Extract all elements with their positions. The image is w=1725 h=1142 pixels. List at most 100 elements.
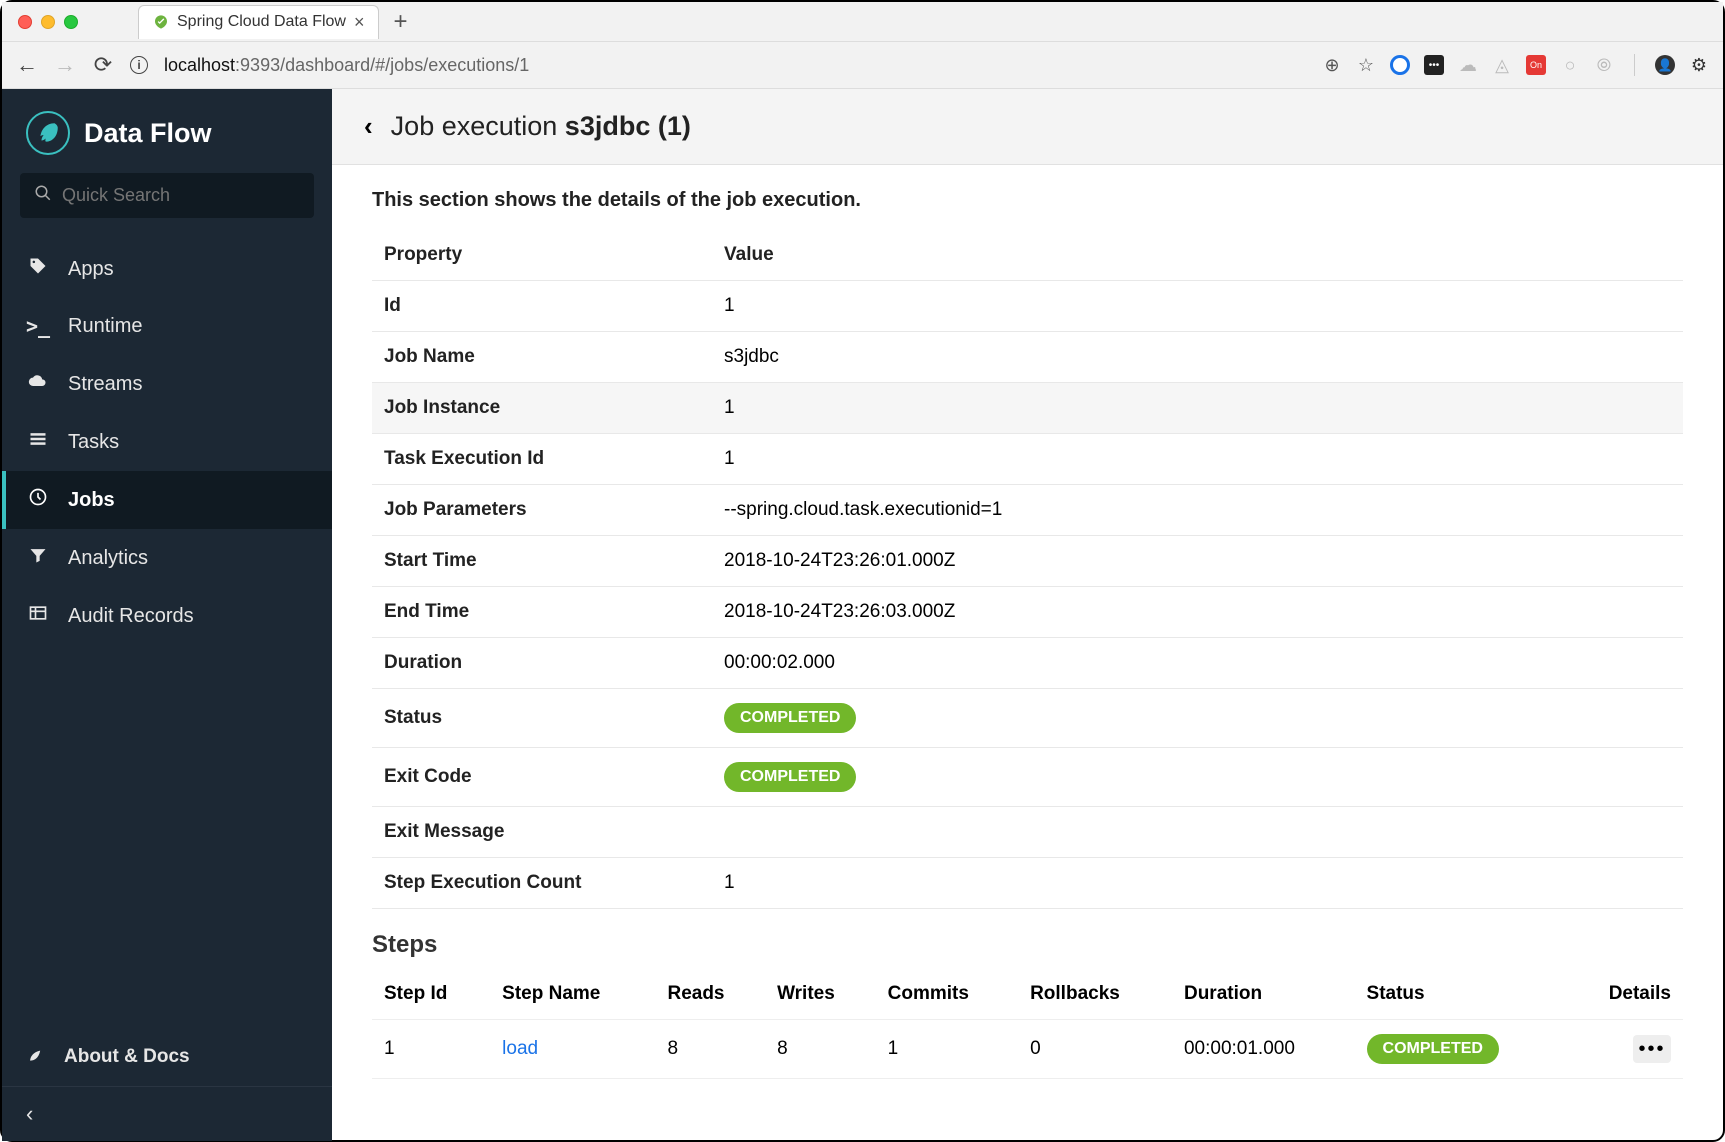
page-title-prefix: Job execution	[391, 111, 565, 141]
property-name: Status	[372, 689, 712, 748]
nav-back-button[interactable]: ←	[16, 52, 38, 78]
steps-header: Step Name	[490, 969, 655, 1020]
status-badge: COMPLETED	[1367, 1034, 1499, 1064]
steps-heading: Steps	[372, 931, 1683, 959]
sidebar-item-label: Analytics	[68, 547, 148, 570]
extension-triangle-icon[interactable]: ◬	[1492, 55, 1512, 75]
property-value: COMPLETED	[712, 748, 1683, 807]
sidebar: Data Flow Apps >_Runtime Streams Tasks Jobs A…	[2, 89, 332, 1141]
extension-blue-ring-icon[interactable]	[1390, 55, 1410, 75]
step-details-button[interactable]: •••	[1633, 1035, 1671, 1063]
bookmark-star-icon[interactable]: ☆	[1356, 55, 1376, 75]
sidebar-item-jobs[interactable]: Jobs	[2, 471, 332, 529]
table-row: Step Execution Count1	[372, 858, 1683, 909]
profile-avatar-icon[interactable]: 👤	[1655, 55, 1675, 75]
extension-cast-icon[interactable]: ⦾	[1594, 55, 1614, 75]
sidebar-item-runtime[interactable]: >_Runtime	[2, 298, 332, 355]
maximize-window-button[interactable]	[64, 15, 78, 29]
new-tab-button[interactable]: +	[379, 8, 421, 36]
search-input[interactable]	[62, 185, 300, 206]
steps-table: Step IdStep NameReadsWritesCommitsRollba…	[372, 969, 1683, 1079]
page-title-strong: s3jdbc (1)	[565, 111, 691, 141]
sidebar-item-label: Jobs	[68, 489, 115, 512]
steps-header: Details	[1566, 969, 1683, 1020]
cloud-icon	[26, 371, 50, 397]
steps-header: Step Id	[372, 969, 490, 1020]
property-name: Task Execution Id	[372, 434, 712, 485]
nav-reload-button[interactable]: ⟳	[92, 52, 114, 78]
step-rollbacks: 0	[1018, 1020, 1172, 1079]
list-icon	[26, 429, 50, 455]
table-row: Exit CodeCOMPLETED	[372, 748, 1683, 807]
sidebar-bottom: About & Docs ‹	[2, 1020, 332, 1141]
sidebar-item-analytics[interactable]: Analytics	[2, 529, 332, 587]
tag-icon	[26, 256, 50, 282]
property-name: Step Execution Count	[372, 858, 712, 909]
tab-title: Spring Cloud Data Flow	[177, 13, 346, 31]
property-name: Job Name	[372, 332, 712, 383]
sidebar-item-label: Runtime	[68, 315, 142, 338]
property-value: --spring.cloud.task.executionid=1	[712, 485, 1683, 536]
content: This section shows the details of the jo…	[332, 165, 1723, 1103]
filter-icon	[26, 545, 50, 571]
section-description: This section shows the details of the jo…	[372, 189, 1683, 212]
minimize-window-button[interactable]	[41, 15, 55, 29]
browser-menu-icon[interactable]: ⚙	[1689, 55, 1709, 75]
steps-header: Duration	[1172, 969, 1355, 1020]
sidebar-about-label: About & Docs	[64, 1046, 190, 1068]
steps-header: Rollbacks	[1018, 969, 1172, 1020]
step-status: COMPLETED	[1355, 1020, 1567, 1079]
extension-dark-icon[interactable]: •••	[1424, 55, 1444, 75]
step-commits: 1	[876, 1020, 1018, 1079]
url-bar: ← → ⟳ i localhost:9393/dashboard/#/jobs/…	[2, 42, 1723, 88]
page-title: Job execution s3jdbc (1)	[391, 111, 691, 142]
property-name: Exit Message	[372, 807, 712, 858]
sidebar-item-apps[interactable]: Apps	[2, 240, 332, 298]
steps-header: Reads	[655, 969, 765, 1020]
property-name: Id	[372, 281, 712, 332]
step-name[interactable]: load	[490, 1020, 655, 1079]
browser-chrome: Spring Cloud Data Flow × + ← → ⟳ i local…	[2, 2, 1723, 89]
leaf-icon	[26, 1044, 46, 1070]
back-button[interactable]: ‹	[364, 111, 373, 142]
extension-red-icon[interactable]: On	[1526, 55, 1546, 75]
step-reads: 8	[655, 1020, 765, 1079]
search-box[interactable]	[20, 173, 314, 218]
nav-forward-button[interactable]: →	[54, 52, 76, 78]
search-icon	[34, 184, 52, 207]
property-value: 1	[712, 434, 1683, 485]
table-icon	[26, 603, 50, 629]
sidebar-item-tasks[interactable]: Tasks	[2, 413, 332, 471]
property-name: Exit Code	[372, 748, 712, 807]
extension-cloud-icon[interactable]: ☁	[1458, 55, 1478, 75]
steps-header: Status	[1355, 969, 1567, 1020]
sidebar-item-label: Apps	[68, 258, 114, 281]
browser-tab[interactable]: Spring Cloud Data Flow ×	[138, 5, 379, 39]
property-value: 1	[712, 281, 1683, 332]
sidebar-collapse-button[interactable]: ‹	[2, 1086, 332, 1141]
site-info-icon[interactable]: i	[130, 56, 148, 74]
close-window-button[interactable]	[18, 15, 32, 29]
details-header-property: Property	[372, 230, 712, 281]
tab-strip: Spring Cloud Data Flow × +	[2, 2, 1723, 42]
step-details-cell: •••	[1566, 1020, 1683, 1079]
sidebar-item-streams[interactable]: Streams	[2, 355, 332, 413]
sidebar-item-label: Streams	[68, 373, 142, 396]
app-root: Data Flow Apps >_Runtime Streams Tasks Jobs A…	[2, 89, 1723, 1141]
brand[interactable]: Data Flow	[2, 89, 332, 173]
sidebar-about[interactable]: About & Docs	[2, 1028, 332, 1086]
table-row: Status COMPLETED	[372, 689, 1683, 748]
property-value: 2018-10-24T23:26:03.000Z	[712, 587, 1683, 638]
zoom-icon[interactable]: ⊕	[1322, 55, 1342, 75]
chevron-left-icon: ‹	[26, 1101, 33, 1126]
table-row: Exit Message	[372, 807, 1683, 858]
status-badge: COMPLETED	[724, 703, 856, 733]
sidebar-item-audit-records[interactable]: Audit Records	[2, 587, 332, 645]
browser-toolbar-icons: ⊕ ☆ ••• ☁ ◬ On ○ ⦾ 👤 ⚙	[1322, 54, 1709, 76]
url-text[interactable]: localhost:9393/dashboard/#/jobs/executio…	[164, 55, 1306, 76]
tab-close-icon[interactable]: ×	[354, 12, 365, 33]
steps-header: Writes	[765, 969, 876, 1020]
search-wrap	[2, 173, 332, 234]
page-header: ‹ Job execution s3jdbc (1)	[332, 89, 1723, 165]
extension-circle-icon[interactable]: ○	[1560, 55, 1580, 75]
